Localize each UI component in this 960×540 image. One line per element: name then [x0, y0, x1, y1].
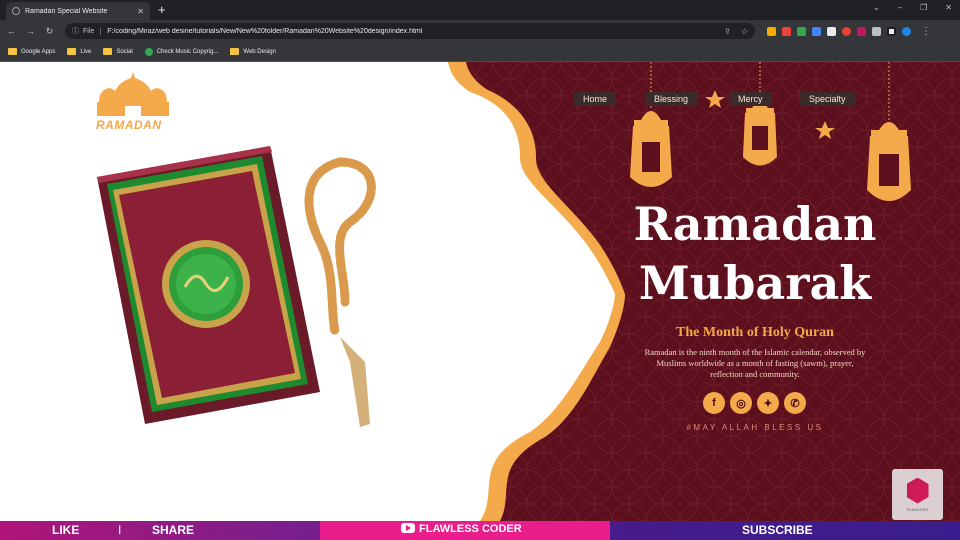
check-icon [144, 47, 153, 56]
globe-icon [12, 7, 20, 15]
browser-toolbar: ← → ↻ ⓘ File F:/coding/Miraz/web desine/… [0, 20, 960, 42]
bookmark-item[interactable]: Google Apps [8, 48, 55, 55]
folder-icon [67, 48, 77, 55]
channel-watermark: FLAWLESS [892, 469, 943, 520]
watermark-text: FLAWLESS [906, 506, 929, 512]
bookmarks-bar: Google Apps Live Social Check Music Copy… [0, 42, 960, 62]
avatar[interactable] [902, 26, 911, 36]
bookmark-item[interactable]: Live [67, 48, 91, 55]
logo-text: RAMADAN [96, 118, 162, 132]
address-bar[interactable]: ⓘ File F:/coding/Miraz/web desine/tutori… [65, 23, 755, 39]
folder-icon [230, 48, 240, 55]
like-label: LIKE [52, 523, 80, 537]
flawless-logo-icon [906, 477, 929, 504]
web-page: RAMADAN Home Blessing Mercy Specialty Ra… [0, 62, 960, 521]
close-window-button[interactable]: ✕ [945, 3, 952, 12]
menu-icon[interactable]: ⋮ [921, 26, 931, 37]
bookmark-label: Google Apps [21, 48, 56, 55]
tab-search-icon[interactable]: ⌄ [873, 3, 880, 12]
minimize-button[interactable]: – [898, 3, 902, 12]
extension-icon[interactable] [857, 26, 866, 36]
url-text[interactable]: F:/coding/Miraz/web desine/tutorials/New… [107, 28, 714, 35]
subheading: The Month of Holy Quran [676, 325, 834, 340]
folder-icon [103, 48, 113, 55]
scheme-label: File [83, 27, 102, 35]
extension-icon[interactable] [782, 26, 791, 36]
headline-ramadan: Ramadan [633, 197, 877, 251]
forward-button[interactable]: → [23, 26, 38, 36]
twitter-icon[interactable]: ✦ [757, 392, 779, 414]
bookmark-label: Live [80, 48, 92, 55]
extension-icon[interactable] [797, 26, 806, 36]
apps-icon [8, 48, 17, 55]
bookmark-item[interactable]: Check Music Copyrig... [144, 47, 219, 56]
nav-blessing[interactable]: Blessing [645, 92, 698, 106]
headline-mubarak: Mubarak [638, 256, 872, 310]
whatsapp-icon[interactable]: ✆ [784, 392, 806, 414]
bookmark-item[interactable]: Social [103, 48, 133, 55]
subscribe-label: SUBSCRIBE [742, 523, 813, 537]
share-icon[interactable]: ⇪ [724, 27, 731, 36]
bookmark-item[interactable]: Web Design [230, 48, 276, 55]
tagline: #MAY ALLAH BLESS US [686, 423, 824, 432]
banner-divider: I [118, 523, 122, 537]
instagram-icon[interactable]: ◎ [730, 392, 752, 414]
browser-tab[interactable]: Ramadan Special Website ✕ [6, 2, 150, 20]
facebook-icon[interactable]: f [703, 392, 725, 414]
extension-icon[interactable] [812, 26, 821, 36]
window-controls: ⌄ – ❐ ✕ [873, 3, 952, 12]
bookmark-label: Check Music Copyrig... [156, 48, 219, 55]
tab-title: Ramadan Special Website [25, 7, 108, 15]
back-button[interactable]: ← [4, 26, 19, 36]
reload-button[interactable]: ↻ [42, 26, 57, 37]
tab-strip: Ramadan Special Website ✕ + ⌄ – ❐ ✕ [0, 0, 960, 20]
bookmark-star-icon[interactable]: ☆ [741, 27, 748, 36]
bookmark-label: Web Design [243, 48, 276, 55]
social-links: f ◎ ✦ ✆ [703, 392, 806, 414]
description-text: Ramadan is the ninth month of the Islami… [644, 347, 866, 379]
channel-label: FLAWLESS CODER [419, 523, 522, 535]
extension-icon[interactable] [827, 26, 836, 36]
youtube-icon [401, 523, 415, 533]
info-icon[interactable]: ⓘ [72, 26, 79, 36]
extensions-area [767, 26, 911, 36]
nav-home[interactable]: Home [574, 92, 617, 106]
bookmark-label: Social [116, 48, 133, 55]
nav-specialty[interactable]: Specialty [800, 92, 855, 106]
quran-book-image [97, 146, 320, 424]
close-tab-icon[interactable]: ✕ [137, 7, 144, 16]
maximize-button[interactable]: ❐ [920, 3, 927, 12]
extension-icon[interactable] [767, 26, 776, 36]
extension-icon[interactable] [842, 26, 851, 36]
share-label: SHARE [152, 523, 195, 537]
puzzle-icon[interactable] [872, 26, 881, 36]
sidepanel-icon[interactable] [887, 26, 896, 36]
channel-name: FLAWLESS CODER [401, 523, 522, 535]
video-overlay-banner: LIKE I SHARE FLAWLESS CODER SUBSCRIBE [0, 521, 960, 540]
nav-mercy[interactable]: Mercy [729, 92, 772, 106]
new-tab-button[interactable]: + [158, 2, 166, 18]
